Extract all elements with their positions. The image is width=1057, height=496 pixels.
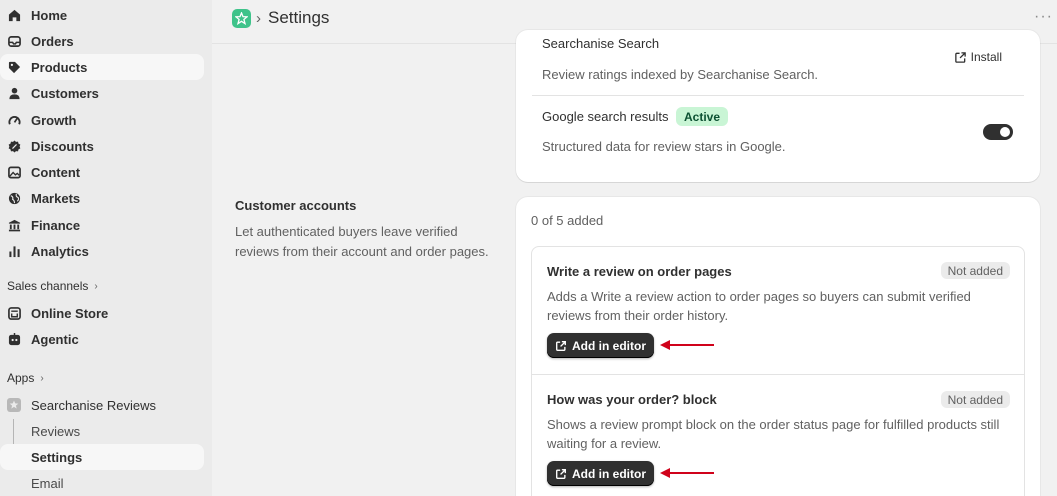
image-icon xyxy=(7,165,21,179)
sidebar-item-customers[interactable]: Customers xyxy=(0,80,204,106)
sidebar-subitem-email[interactable]: Email xyxy=(0,470,204,496)
sidebar-item-analytics[interactable]: Analytics xyxy=(0,238,204,264)
status-badge-active: Active xyxy=(676,107,729,126)
customer-accounts-card: 0 of 5 added Write a review on order pag… xyxy=(516,197,1040,496)
divider xyxy=(532,374,1024,375)
sidebar-subitem-label: Email xyxy=(31,475,64,491)
sales-channels-label: Sales channels xyxy=(7,279,89,293)
bar-chart-icon xyxy=(7,244,21,258)
sidebar-item-markets[interactable]: Markets xyxy=(0,185,204,211)
app-icon xyxy=(7,398,21,412)
sidebar-subitem-settings[interactable]: Settings xyxy=(0,444,204,470)
external-link-icon xyxy=(954,51,966,63)
annotation-arrow xyxy=(660,340,714,350)
sidebar-item-label: Discounts xyxy=(31,138,94,154)
sidebar-subitem-label: Settings xyxy=(31,449,83,465)
sidebar-item-label: Online Store xyxy=(31,305,109,321)
searchanise-title: Searchanise Search xyxy=(542,36,660,51)
sidebar-item-label: Analytics xyxy=(31,243,89,259)
tag-icon xyxy=(7,60,21,74)
google-toggle[interactable] xyxy=(983,124,1013,140)
sidebar-item-label: Products xyxy=(31,59,88,75)
sidebar-item-agentic[interactable]: Agentic xyxy=(0,326,204,352)
external-link-icon xyxy=(556,468,566,479)
added-count: 0 of 5 added xyxy=(531,213,604,228)
sidebar-item-label: Growth xyxy=(31,112,77,128)
sidebar-subitem-label: Reviews xyxy=(31,423,81,439)
sidebar-item-content[interactable]: Content xyxy=(0,159,204,185)
sidebar-item-label: Orders xyxy=(31,33,74,49)
item-title: Write a review on order pages xyxy=(547,264,732,279)
app-logo-icon[interactable] xyxy=(232,9,251,28)
sidebar-item-products[interactable]: Products xyxy=(0,54,204,80)
annotation-arrow xyxy=(660,468,714,478)
sidebar-item-label: Agentic xyxy=(31,331,79,347)
section-title: Customer accounts xyxy=(235,198,357,213)
discount-icon xyxy=(7,139,21,153)
gauge-icon xyxy=(7,113,21,127)
searchanise-description: Review ratings indexed by Searchanise Se… xyxy=(542,67,819,82)
extension-list: Write a review on order pages Not added … xyxy=(531,246,1025,496)
item-description: Adds a Write a review action to order pa… xyxy=(547,289,971,323)
google-description: Structured data for review stars in Goog… xyxy=(542,139,786,154)
button-label: Add in editor xyxy=(572,338,646,353)
inbox-icon xyxy=(7,34,21,48)
sidebar-item-finance[interactable]: Finance xyxy=(0,212,204,238)
status-badge: Not added xyxy=(940,391,1010,408)
sidebar-item-discounts[interactable]: Discounts xyxy=(0,133,204,159)
sidebar-item-label: Home xyxy=(31,7,68,23)
chevron-right-icon: › xyxy=(94,280,98,292)
agentic-icon xyxy=(7,332,21,346)
apps-label: Apps xyxy=(7,371,35,385)
home-icon xyxy=(7,8,21,22)
install-label: Install xyxy=(970,50,1002,64)
add-in-editor-button[interactable]: Add in editor xyxy=(547,461,654,486)
install-link[interactable]: Install xyxy=(954,50,1002,64)
person-icon xyxy=(7,86,21,100)
sidebar-item-label: Searchanise Reviews xyxy=(31,397,157,413)
item-title: How was your order? block xyxy=(547,392,717,407)
more-actions-button[interactable]: ··· xyxy=(1034,8,1053,26)
google-title: Google search results xyxy=(542,109,669,124)
item-description: Shows a review prompt block on the order… xyxy=(547,417,1000,451)
globe-icon xyxy=(7,191,21,205)
page-title: Settings xyxy=(268,8,330,27)
sidebar-item-home[interactable]: Home xyxy=(0,2,204,28)
apps-heading[interactable]: Apps › xyxy=(7,371,44,385)
divider xyxy=(532,95,1024,96)
sidebar: Home Orders Products Customers Growth Di… xyxy=(0,0,212,496)
button-label: Add in editor xyxy=(572,466,646,481)
store-icon xyxy=(7,306,21,320)
sidebar-item-searchanise-reviews[interactable]: Searchanise Reviews xyxy=(0,392,204,418)
bank-icon xyxy=(7,218,21,232)
toggle-knob xyxy=(1000,127,1010,137)
external-link-icon xyxy=(556,340,566,351)
breadcrumb-chevron-icon: › xyxy=(256,10,261,27)
sidebar-item-label: Finance xyxy=(31,217,81,233)
status-badge: Not added xyxy=(940,262,1010,279)
section-description: Let authenticated buyers leave verified … xyxy=(235,224,489,259)
sidebar-item-orders[interactable]: Orders xyxy=(0,28,204,54)
sidebar-item-label: Markets xyxy=(31,190,81,206)
sidebar-subitem-reviews[interactable]: Reviews xyxy=(0,418,204,444)
sidebar-item-online-store[interactable]: Online Store xyxy=(0,300,204,326)
sidebar-item-label: Customers xyxy=(31,85,99,101)
sidebar-item-label: Content xyxy=(31,164,81,180)
chevron-right-icon: › xyxy=(40,372,44,384)
add-in-editor-button[interactable]: Add in editor xyxy=(547,333,654,358)
integrations-card: Searchanise Search Install Review rating… xyxy=(516,30,1040,182)
sidebar-item-growth[interactable]: Growth xyxy=(0,107,204,133)
sales-channels-heading[interactable]: Sales channels › xyxy=(7,279,98,293)
